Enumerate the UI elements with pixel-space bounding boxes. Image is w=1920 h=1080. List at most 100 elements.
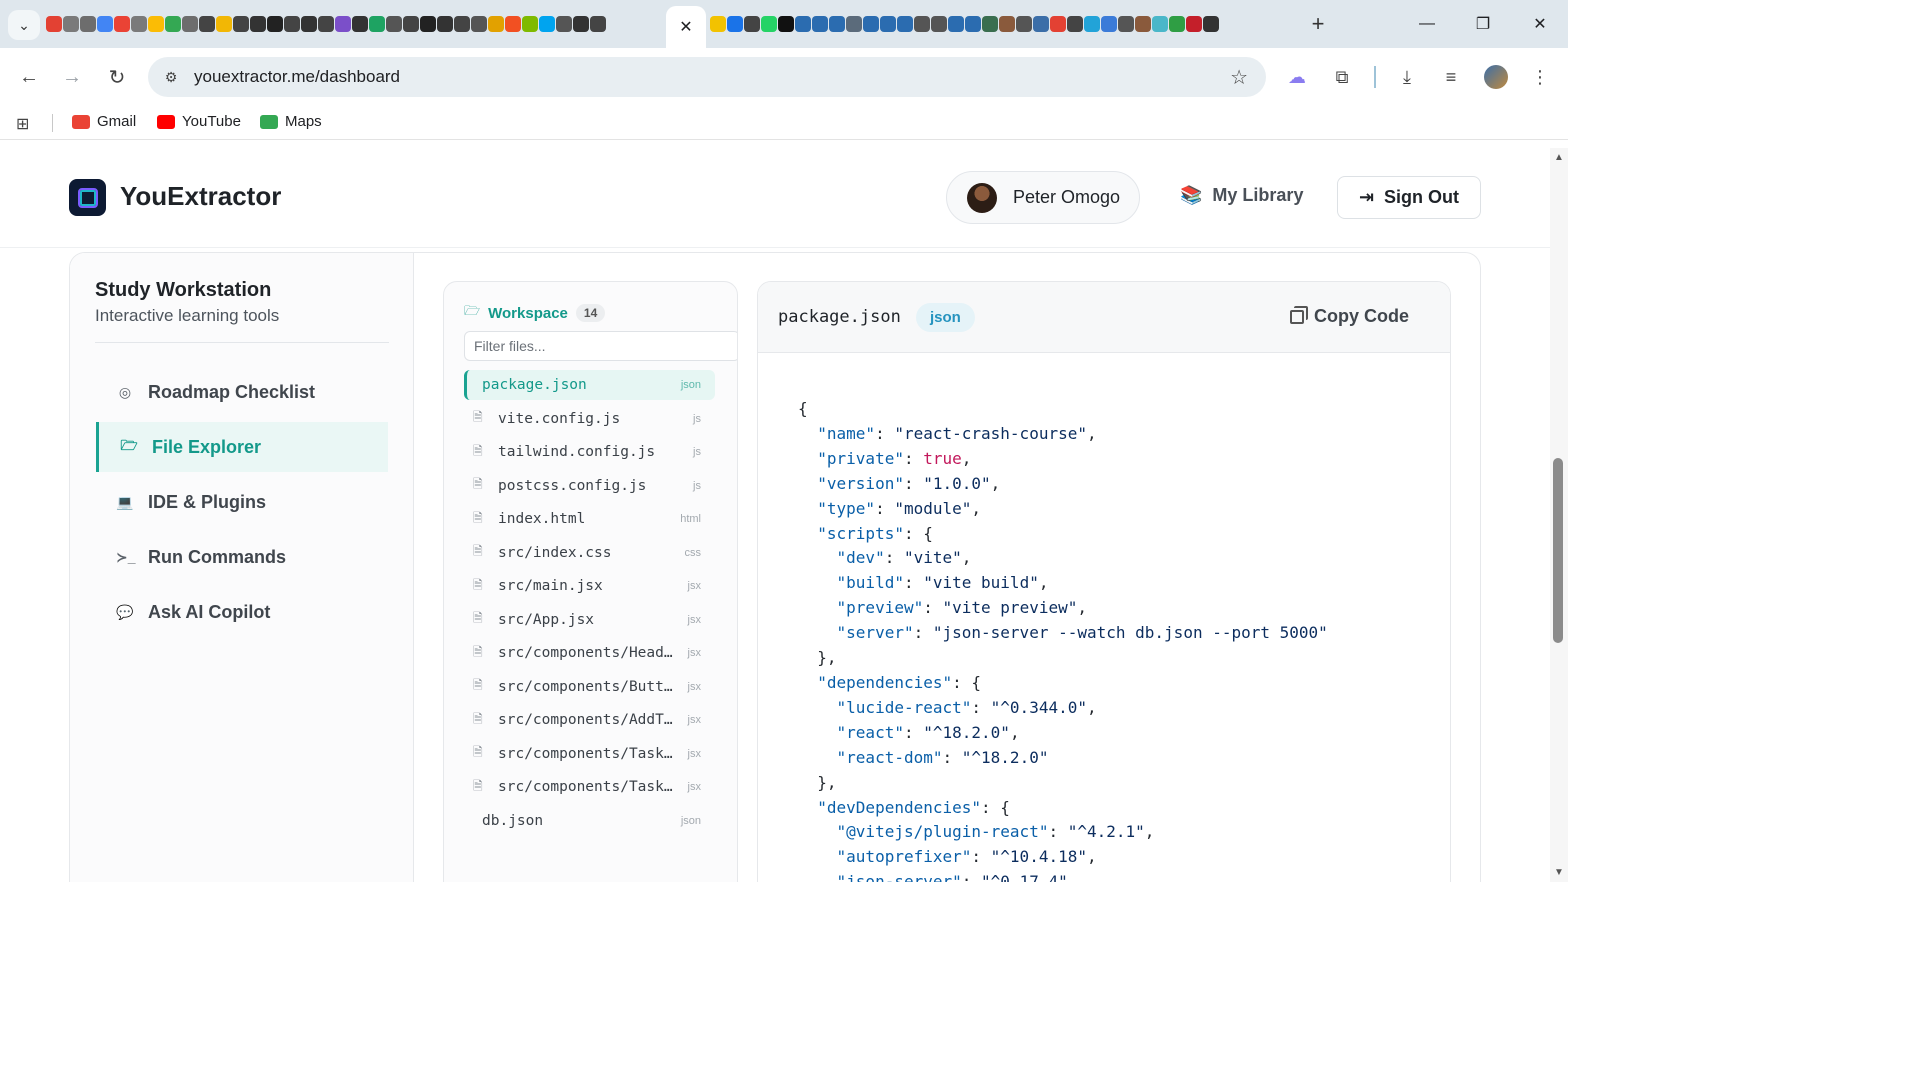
file-item[interactable]: 🗎 src/App.jsx jsx (464, 605, 715, 635)
tab-favicon-icon[interactable] (1067, 16, 1083, 32)
tab-favicon-icon[interactable] (505, 16, 521, 32)
tab-favicon-icon[interactable] (46, 16, 62, 32)
bookmark-youtube[interactable]: YouTube (157, 113, 241, 130)
tab-favicon-icon[interactable] (846, 16, 862, 32)
tab-favicon-icon[interactable] (80, 16, 96, 32)
tab-favicon-icon[interactable] (948, 16, 964, 32)
tab-favicon-icon[interactable] (216, 16, 232, 32)
tab-favicon-icon[interactable] (386, 16, 402, 32)
downloads-icon[interactable]: ⤓ (1394, 64, 1420, 90)
tab-favicon-icon[interactable] (1152, 16, 1168, 32)
tab-favicon-icon[interactable] (761, 16, 777, 32)
browser-menu-icon[interactable]: ⋮ (1527, 64, 1553, 90)
bookmark-gmail[interactable]: Gmail (72, 113, 136, 130)
tab-favicon-icon[interactable] (1186, 16, 1202, 32)
active-tab-close-icon[interactable]: ✕ (666, 6, 706, 48)
pinned-tabs-left[interactable] (46, 14, 662, 34)
tab-favicon-icon[interactable] (420, 16, 436, 32)
tab-favicon-icon[interactable] (165, 16, 181, 32)
page-scrollbar[interactable]: ▲ ▼ (1550, 148, 1568, 882)
tab-favicon-icon[interactable] (999, 16, 1015, 32)
tab-favicon-icon[interactable] (63, 16, 79, 32)
tab-favicon-icon[interactable] (897, 16, 913, 32)
tab-favicon-icon[interactable] (982, 16, 998, 32)
file-item[interactable]: 🗎 src/components/Task… jsx (464, 772, 715, 802)
extensions-puzzle-icon[interactable]: ⧉ (1329, 64, 1355, 90)
reload-icon[interactable]: ↻ (102, 62, 132, 92)
tab-favicon-icon[interactable] (1118, 16, 1134, 32)
code-content[interactable]: { "name": "react-crash-course", "private… (798, 397, 1328, 882)
tab-favicon-icon[interactable] (318, 16, 334, 32)
tab-favicon-icon[interactable] (590, 16, 606, 32)
tab-favicon-icon[interactable] (1033, 16, 1049, 32)
bookmark-maps[interactable]: Maps (260, 113, 322, 130)
tab-favicon-icon[interactable] (539, 16, 555, 32)
tab-favicon-icon[interactable] (488, 16, 504, 32)
url-text[interactable]: youextractor.me/dashboard (194, 67, 400, 87)
back-arrow-icon[interactable]: ← (14, 62, 44, 92)
tab-favicon-icon[interactable] (471, 16, 487, 32)
tab-favicon-icon[interactable] (522, 16, 538, 32)
file-item[interactable]: 🗎 src/main.jsx jsx (464, 571, 715, 601)
tab-favicon-icon[interactable] (863, 16, 879, 32)
tab-favicon-icon[interactable] (233, 16, 249, 32)
file-item[interactable]: 🗎 src/components/Head… jsx (464, 638, 715, 668)
tab-favicon-icon[interactable] (199, 16, 215, 32)
sign-out-button[interactable]: ⇥ Sign Out (1337, 176, 1481, 219)
tab-favicon-icon[interactable] (914, 16, 930, 32)
tab-favicon-icon[interactable] (1016, 16, 1032, 32)
tab-favicon-icon[interactable] (148, 16, 164, 32)
tab-favicon-icon[interactable] (1101, 16, 1117, 32)
tab-favicon-icon[interactable] (931, 16, 947, 32)
tab-favicon-icon[interactable] (795, 16, 811, 32)
tab-favicon-icon[interactable] (556, 16, 572, 32)
tab-favicon-icon[interactable] (965, 16, 981, 32)
tab-favicon-icon[interactable] (1169, 16, 1185, 32)
file-item[interactable]: 🗎 src/components/Butt… jsx (464, 672, 715, 702)
file-item[interactable]: 🗎 postcss.config.js js (464, 471, 715, 501)
site-info-icon[interactable]: ⚙ (160, 66, 182, 88)
scrollbar-thumb[interactable] (1553, 458, 1563, 643)
tab-favicon-icon[interactable] (778, 16, 794, 32)
sidebar-item-ide-plugins[interactable]: 💻 IDE & Plugins (96, 477, 388, 527)
tab-favicon-icon[interactable] (301, 16, 317, 32)
forward-arrow-icon[interactable]: → (57, 62, 87, 92)
tab-favicon-icon[interactable] (744, 16, 760, 32)
close-window-icon[interactable]: ✕ (1526, 10, 1554, 38)
bookmark-star-icon[interactable]: ☆ (1230, 65, 1248, 90)
tab-favicon-icon[interactable] (131, 16, 147, 32)
restore-window-icon[interactable]: ❐ (1469, 10, 1497, 38)
file-item[interactable]: db.json json (464, 806, 715, 836)
sidebar-item-roadmap-checklist[interactable]: ◎ Roadmap Checklist (96, 367, 388, 417)
file-item[interactable]: 🗎 vite.config.js js (464, 404, 715, 434)
tab-favicon-icon[interactable] (1084, 16, 1100, 32)
file-item[interactable]: 🗎 index.html html (464, 504, 715, 534)
tab-favicon-icon[interactable] (727, 16, 743, 32)
file-item[interactable]: 🗎 tailwind.config.js js (464, 437, 715, 467)
extension-ghost-icon[interactable]: ☁ (1284, 64, 1310, 90)
tab-favicon-icon[interactable] (182, 16, 198, 32)
minimize-icon[interactable]: — (1413, 10, 1441, 38)
sidebar-item-ask-ai-copilot[interactable]: 💬 Ask AI Copilot (96, 587, 388, 637)
tab-favicon-icon[interactable] (1203, 16, 1219, 32)
tab-favicon-icon[interactable] (369, 16, 385, 32)
tab-favicon-icon[interactable] (573, 16, 589, 32)
tab-favicon-icon[interactable] (1135, 16, 1151, 32)
tab-search-chevron-icon[interactable]: ⌄ (8, 10, 40, 40)
tab-favicon-icon[interactable] (335, 16, 351, 32)
pinned-tabs-right[interactable] (710, 14, 1296, 34)
tab-favicon-icon[interactable] (250, 16, 266, 32)
my-library-button[interactable]: 📚 My Library (1180, 185, 1303, 206)
tab-favicon-icon[interactable] (880, 16, 896, 32)
tab-favicon-icon[interactable] (812, 16, 828, 32)
sidebar-item-file-explorer[interactable]: 🗁 File Explorer (96, 422, 388, 472)
tab-favicon-icon[interactable] (437, 16, 453, 32)
profile-avatar-icon[interactable] (1484, 65, 1508, 89)
scroll-up-arrow-icon[interactable]: ▲ (1554, 152, 1564, 163)
file-item[interactable]: package.json json (464, 370, 715, 400)
file-item[interactable]: 🗎 src/index.css css (464, 538, 715, 568)
copy-code-button[interactable]: Copy Code (1290, 305, 1409, 327)
tab-favicon-icon[interactable] (114, 16, 130, 32)
media-controls-icon[interactable]: ≡ (1438, 64, 1464, 90)
tab-favicon-icon[interactable] (267, 16, 283, 32)
